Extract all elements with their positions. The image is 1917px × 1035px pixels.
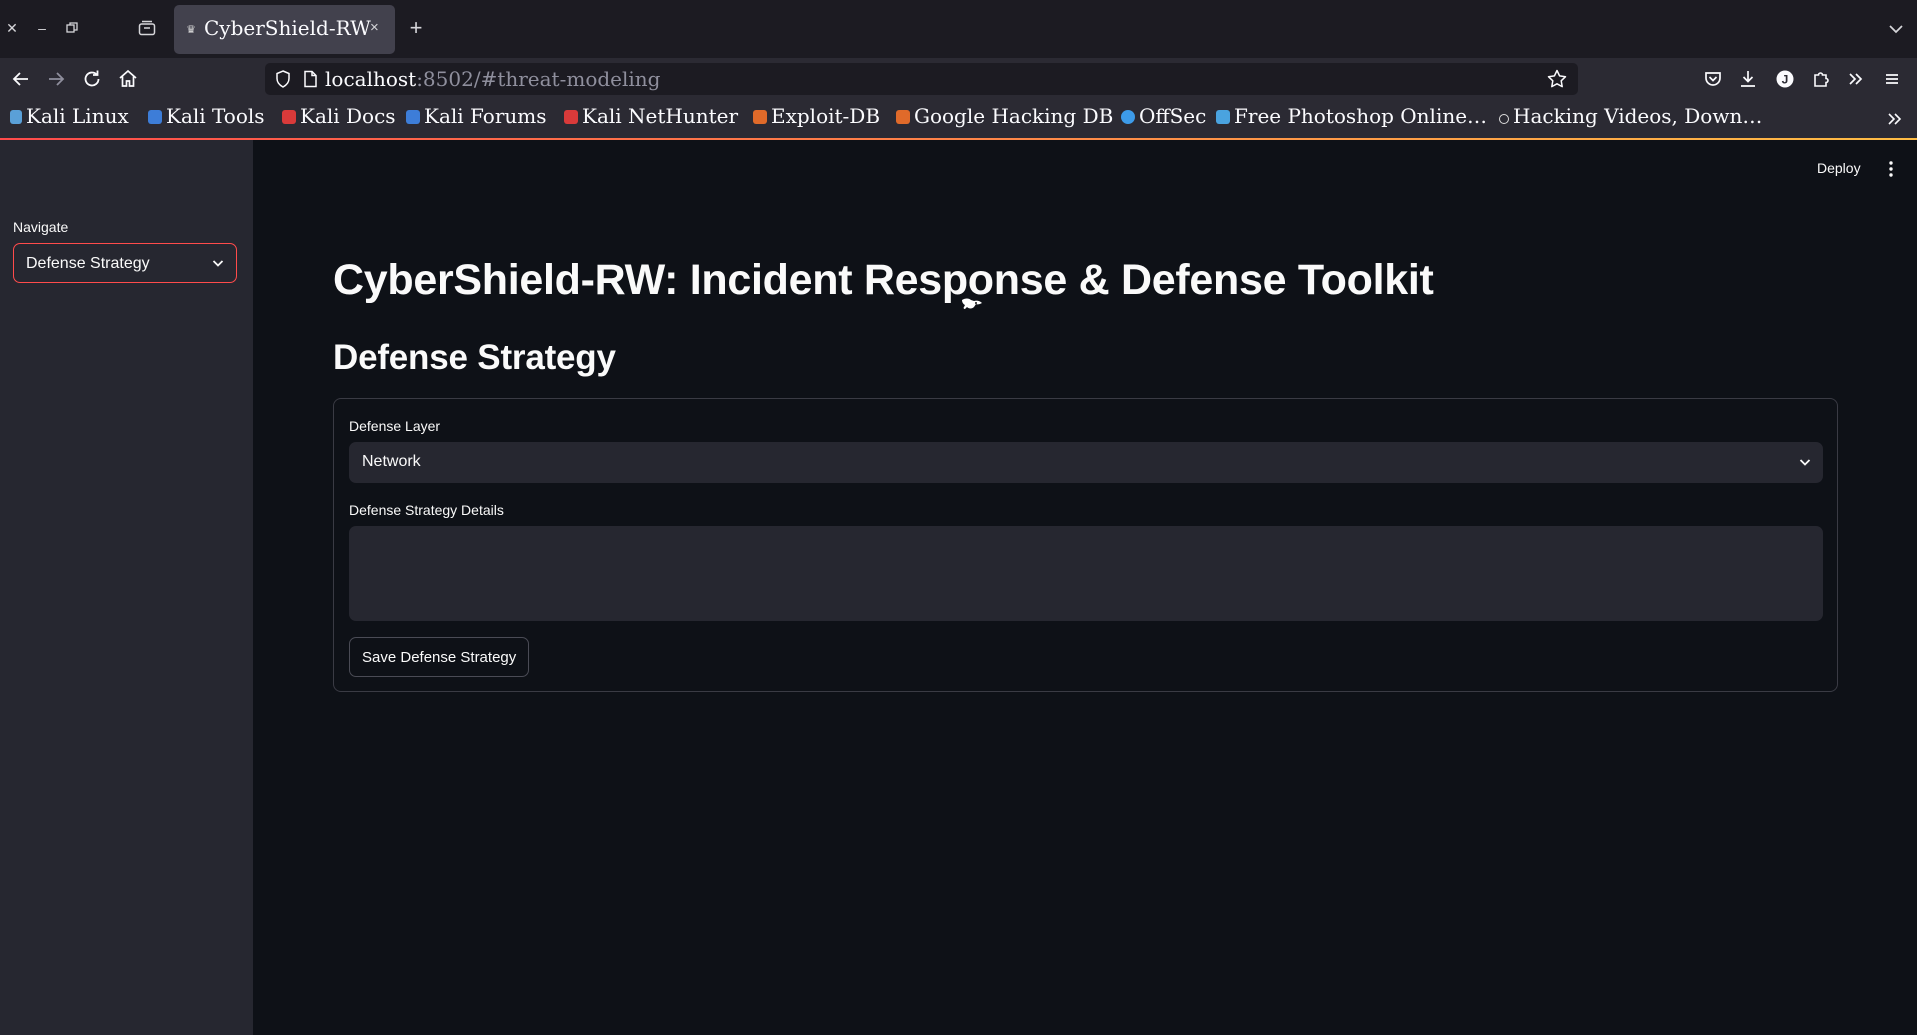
double-chevron-right-icon[interactable] — [1884, 108, 1906, 130]
defense-layer-label: Defense Layer — [349, 418, 441, 434]
bookmark-label: Kali Forums — [424, 104, 547, 128]
kali-nethunter-icon — [564, 110, 578, 124]
hamburger-menu-icon[interactable] — [1880, 67, 1904, 91]
back-icon[interactable] — [9, 67, 33, 91]
defense-layer-select[interactable]: Network — [349, 442, 1823, 483]
kali-tools-icon — [148, 110, 162, 124]
bookmark-label: Hacking Videos, Down… — [1513, 104, 1763, 128]
window-minimize-icon[interactable]: – — [31, 17, 53, 39]
bookmarks-toolbar: Kali Linux Kali Tools Kali Docs Kali For… — [0, 100, 1917, 138]
bookmark-free-photoshop[interactable]: Free Photoshop Online… — [1216, 104, 1487, 128]
bookmark-kali-tools[interactable]: Kali Tools — [148, 104, 265, 128]
deploy-button[interactable]: Deploy — [1817, 160, 1861, 176]
window-close-icon[interactable]: ✕ — [1, 17, 23, 39]
page-title: CyberShield-RW: Incident Response & Defe… — [333, 256, 1434, 304]
bookmark-label: Google Hacking DB — [914, 104, 1114, 128]
downloads-icon[interactable] — [1736, 67, 1760, 91]
bookmark-label: Exploit-DB — [771, 104, 881, 128]
save-defense-strategy-button[interactable]: Save Defense Strategy — [349, 637, 530, 677]
new-tab-icon[interactable]: + — [404, 16, 428, 40]
defense-details-label: Defense Strategy Details — [349, 502, 504, 518]
chevron-down-icon — [1799, 459, 1811, 466]
bookmark-google-hacking-db[interactable]: Google Hacking DB — [896, 104, 1113, 128]
page-icon[interactable] — [300, 69, 320, 89]
bookmark-label: Kali NetHunter — [582, 104, 739, 128]
defense-layer-select-value: Network — [362, 453, 421, 470]
url-bar[interactable]: localhost:8502/#threat-modeling — [265, 63, 1578, 95]
exploit-db-icon — [753, 110, 767, 124]
bookmark-kali-linux[interactable]: Kali Linux — [10, 104, 129, 128]
account-icon[interactable]: J — [1773, 67, 1797, 91]
bookmark-offsec[interactable]: OffSec — [1121, 104, 1206, 128]
bookmark-exploit-db[interactable]: Exploit-DB — [753, 104, 880, 128]
kali-forums-icon — [406, 110, 420, 124]
bookmark-kali-docs[interactable]: Kali Docs — [282, 104, 396, 128]
tab-strip: ✕ – ♛ CyberShield-RW × + — [0, 0, 1917, 58]
bookmark-label: Kali Docs — [300, 104, 396, 128]
offsec-icon — [1121, 110, 1135, 124]
home-icon[interactable] — [116, 67, 140, 91]
navigate-select-value: Defense Strategy — [26, 255, 150, 272]
defense-details-textarea[interactable] — [349, 526, 1823, 621]
image-icon — [1216, 110, 1230, 124]
url-text[interactable]: localhost:8502/#threat-modeling — [325, 67, 660, 91]
bookmark-hacking-videos[interactable]: Hacking Videos, Down… — [1499, 104, 1762, 128]
crown-icon: ♛ — [186, 24, 196, 36]
firefox-view-icon[interactable] — [136, 17, 158, 39]
pocket-icon[interactable] — [1701, 67, 1725, 91]
mouse-cursor-icon — [962, 298, 982, 309]
bookmark-star-icon[interactable] — [1546, 68, 1568, 90]
navigation-bar: localhost:8502/#threat-modeling J — [0, 58, 1917, 100]
hacking-videos-icon — [1499, 114, 1509, 124]
more-vertical-icon[interactable] — [1881, 158, 1901, 180]
main-content: Deploy CyberShield-RW: Incident Response… — [253, 140, 1917, 1035]
url-path: :8502/#threat-modeling — [416, 67, 661, 91]
kali-dragon-icon — [10, 110, 22, 124]
defense-strategy-form: Defense Layer Network Defense Strategy D… — [333, 398, 1838, 692]
bookmark-label: Kali Tools — [166, 104, 265, 128]
sidebar: Navigate Defense Strategy — [0, 140, 253, 1035]
kali-docs-icon — [282, 110, 296, 124]
forward-icon[interactable] — [44, 67, 68, 91]
svg-text:J: J — [1782, 73, 1789, 87]
ghdb-icon — [896, 110, 910, 124]
navigate-label: Navigate — [13, 219, 69, 235]
chevron-down-icon — [212, 260, 224, 267]
extensions-icon[interactable] — [1809, 67, 1833, 91]
shield-icon[interactable] — [273, 69, 293, 89]
section-title: Defense Strategy — [333, 338, 616, 377]
window-restore-icon[interactable] — [61, 17, 83, 39]
navigate-select[interactable]: Defense Strategy — [13, 243, 237, 283]
bookmark-kali-nethunter[interactable]: Kali NetHunter — [564, 104, 738, 128]
bookmark-kali-forums[interactable]: Kali Forums — [406, 104, 547, 128]
chevron-down-icon[interactable] — [1885, 18, 1907, 40]
tab-cybershield[interactable]: ♛ CyberShield-RW × — [174, 5, 395, 54]
more-tools-icon[interactable] — [1844, 67, 1868, 91]
bookmark-label: Free Photoshop Online… — [1234, 104, 1488, 128]
tab-close-icon[interactable]: × — [370, 19, 379, 36]
tab-title: CyberShield-RW — [204, 16, 371, 40]
bookmark-label: OffSec — [1139, 104, 1207, 128]
url-host: localhost — [325, 67, 417, 91]
reload-icon[interactable] — [80, 67, 104, 91]
bookmark-label: Kali Linux — [26, 104, 129, 128]
